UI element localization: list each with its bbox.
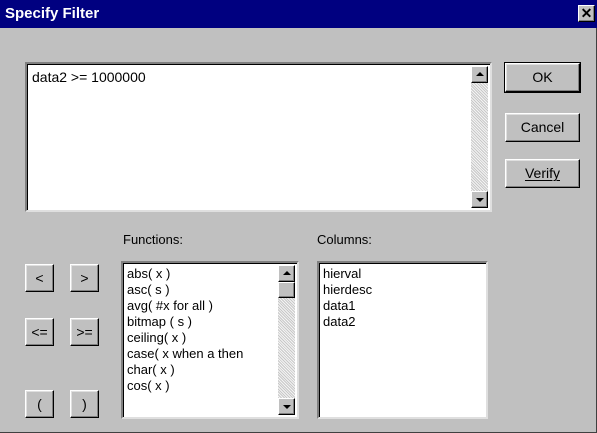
function-item[interactable]: ceiling( x ) [127,330,267,346]
functions-listbox[interactable]: abs( x ) asc( s ) avg( #x for all ) bitm… [121,261,299,419]
ok-button[interactable]: OK [504,62,581,93]
function-item[interactable]: char( x ) [127,362,267,378]
functions-scroll-up-button[interactable] [278,265,295,282]
scroll-up-button[interactable] [471,66,488,83]
functions-scrollbar[interactable] [278,265,295,415]
close-paren-label: ) [82,396,87,412]
greater-than-button[interactable]: > [70,264,99,292]
less-than-label: < [35,270,44,286]
arrow-down-icon [283,405,291,409]
cancel-button[interactable]: Cancel [505,113,580,142]
expression-scrollbar[interactable] [471,66,488,208]
arrow-down-icon [476,198,484,202]
greater-or-equal-button[interactable]: >= [70,318,99,346]
greater-than-label: > [80,270,89,286]
scroll-down-button[interactable] [471,191,488,208]
column-item[interactable]: data2 [323,314,372,330]
column-item[interactable]: data1 [323,298,372,314]
function-item[interactable]: case( x when a then [127,346,267,362]
function-item[interactable]: bitmap ( s ) [127,314,267,330]
ok-button-label: OK [532,69,553,85]
close-paren-button[interactable]: ) [70,390,99,418]
verify-button-label: Verify [524,165,560,181]
open-paren-button[interactable]: ( [25,390,54,418]
functions-label: Functions: [123,232,183,247]
functions-scroll-down-button[interactable] [278,398,295,415]
functions-items: abs( x ) asc( s ) avg( #x for all ) bitm… [127,266,267,394]
close-button[interactable]: ✕ [578,5,595,22]
function-item[interactable]: abs( x ) [127,266,267,282]
cancel-button-label: Cancel [520,119,565,135]
greater-or-equal-label: >= [76,324,93,340]
title-bar[interactable]: Specify Filter ✕ [0,0,597,28]
arrow-up-icon [283,271,291,275]
less-or-equal-button[interactable]: <= [25,318,54,346]
verify-button[interactable]: Verify [505,159,580,188]
specify-filter-dialog: Specify Filter ✕ data2 >= 1000000 OK Can… [0,0,597,433]
open-paren-label: ( [37,396,42,412]
columns-label: Columns: [317,232,372,247]
arrow-up-icon [476,72,484,76]
functions-scroll-thumb[interactable] [278,282,295,298]
column-item[interactable]: hierdesc [323,282,372,298]
function-item[interactable]: avg( #x for all ) [127,298,267,314]
less-than-button[interactable]: < [25,264,54,292]
columns-items: hierval hierdesc data1 data2 [323,266,372,330]
column-item[interactable]: hierval [323,266,372,282]
filter-expression-textarea[interactable]: data2 >= 1000000 [25,62,492,212]
function-item[interactable]: asc( s ) [127,282,267,298]
close-icon: ✕ [580,5,593,21]
function-item[interactable]: cos( x ) [127,378,267,394]
dialog-title: Specify Filter [5,5,100,22]
columns-listbox[interactable]: hierval hierdesc data1 data2 [317,261,488,419]
less-or-equal-label: <= [31,324,48,340]
filter-expression-text: data2 >= 1000000 [32,69,146,85]
